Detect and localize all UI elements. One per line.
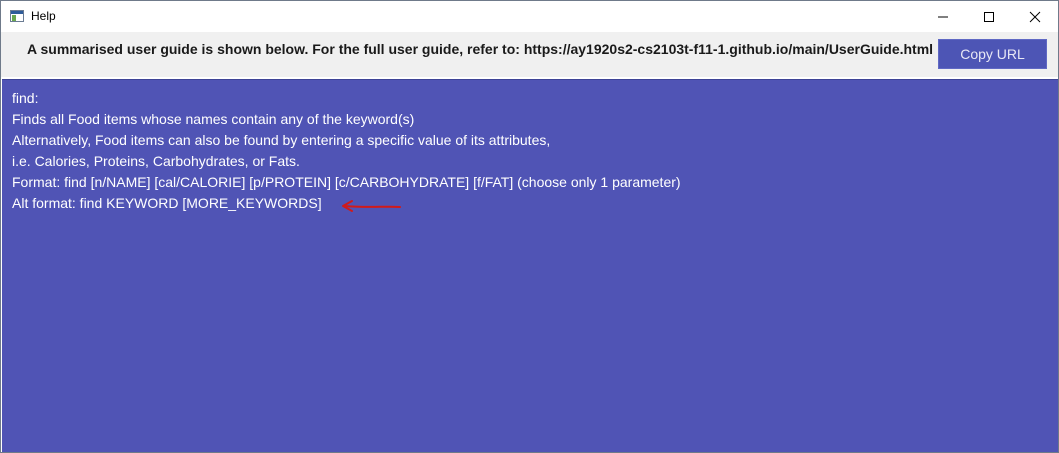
red-arrow-icon [342, 200, 401, 212]
help-content-panel: find: Finds all Food items whose names c… [2, 79, 1058, 452]
minimize-button[interactable] [920, 1, 966, 32]
user-guide-message: A summarised user guide is shown below. … [27, 41, 934, 57]
help-text: find: Finds all Food items whose names c… [12, 88, 681, 214]
window-title: Help [31, 9, 56, 23]
title-bar[interactable]: Help [1, 1, 1058, 32]
command-attributes: i.e. Calories, Proteins, Carbohydrates, … [12, 153, 300, 169]
command-alternative: Alternatively, Food items can also be fo… [12, 132, 551, 148]
app-window-icon [10, 10, 24, 22]
help-header: A summarised user guide is shown below. … [1, 32, 1058, 77]
close-button[interactable] [1012, 1, 1058, 32]
maximize-icon [984, 11, 994, 22]
copy-url-button[interactable]: Copy URL [938, 39, 1047, 69]
command-format: Format: find [n/NAME] [cal/CALORIE] [p/P… [12, 174, 681, 190]
maximize-button[interactable] [966, 1, 1012, 32]
close-icon [1029, 11, 1041, 22]
help-window: Help A summarised user guide is shown be… [0, 0, 1059, 453]
command-description: Finds all Food items whose names contain… [12, 111, 415, 127]
minimize-icon [938, 16, 948, 17]
command-name: find: [12, 90, 39, 106]
